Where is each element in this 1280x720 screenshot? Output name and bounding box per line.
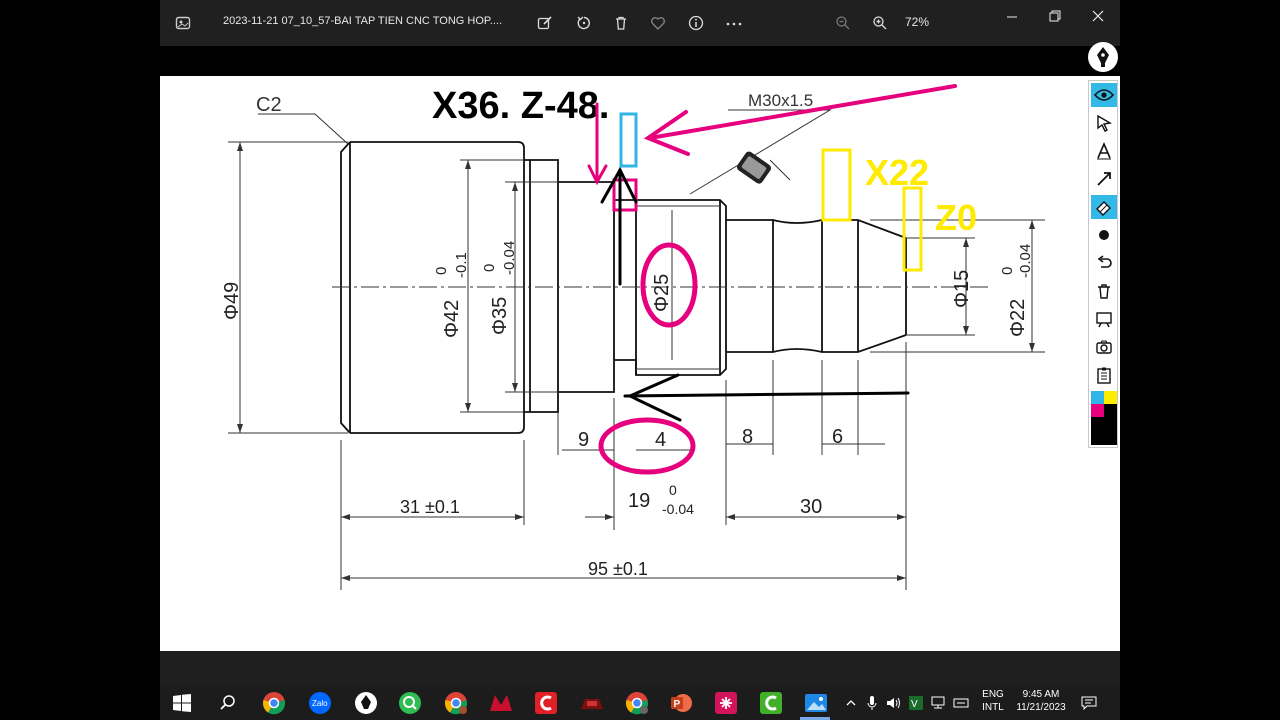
delete-icon[interactable] — [611, 13, 631, 33]
length-9-label: 9 — [578, 429, 589, 451]
rotate-icon[interactable] — [574, 13, 594, 33]
thread-label: M30x1.5 — [748, 91, 813, 110]
mastercam-icon[interactable] — [487, 689, 515, 717]
yellow-swatch[interactable] — [1104, 391, 1117, 404]
photos-app-icon — [173, 13, 193, 33]
notifications-icon[interactable] — [1078, 689, 1100, 717]
title-bar: 2023-11-21 07_10_57-BAI TAP TIEN CNC TON… — [160, 0, 1120, 46]
search-icon[interactable] — [214, 689, 242, 717]
chrome-profile-icon[interactable] — [442, 689, 470, 717]
restore-icon[interactable] — [1045, 6, 1065, 26]
keyboard-layout: INTL — [982, 702, 1004, 713]
zoom-out-icon[interactable] — [833, 13, 853, 33]
powerpoint-icon[interactable]: P — [667, 689, 695, 717]
language-code: ENG — [982, 689, 1004, 700]
length-19-label: 19 — [628, 490, 650, 512]
zoom-level: 72% — [905, 15, 930, 29]
cyan-swatch[interactable] — [1091, 391, 1104, 404]
technical-drawing-image: C2 X36. Z-48. M30x1.5 X22 Z0 Φ49 Φ42 0 -… — [160, 76, 1120, 651]
windows-start-icon[interactable] — [168, 689, 196, 717]
tray-app-icon[interactable] — [951, 689, 971, 717]
coordinate-annotation: X36. Z-48. — [432, 85, 609, 127]
diameter-42-label: Φ42 — [441, 300, 463, 338]
photos-app-taskbar-icon[interactable] — [802, 689, 830, 717]
zalo-icon[interactable]: Zalo — [306, 689, 334, 717]
length-8-label: 8 — [742, 426, 753, 448]
diameter-22-tol-lower: -0.04 — [1017, 244, 1034, 278]
snipping-app-icon[interactable] — [712, 689, 740, 717]
image-pane-top — [160, 46, 1120, 76]
length-95-label: 95 ±0.1 — [588, 559, 648, 579]
cnc-machine-app-icon[interactable] — [578, 689, 606, 717]
text-tool-icon[interactable] — [1091, 139, 1117, 163]
diameter-35-label: Φ35 — [489, 297, 511, 335]
close-icon[interactable] — [1088, 6, 1108, 26]
diameter-35-tol-lower: -0.04 — [501, 241, 518, 275]
red-c-app-icon[interactable] — [532, 689, 560, 717]
green-c-app-icon[interactable] — [757, 689, 785, 717]
diameter-42-tol-upper: 0 — [433, 267, 450, 275]
windows-taskbar: Zalo P V ENG INTL 9:45 AM 11/21/2023 — [160, 685, 1120, 720]
pen-app-icon[interactable] — [352, 689, 380, 717]
length-30-label: 30 — [800, 496, 822, 518]
unikey-icon[interactable]: V — [906, 689, 926, 717]
network-icon[interactable] — [928, 689, 948, 717]
pen-tool-logo-icon[interactable] — [1088, 42, 1118, 72]
whiteboard-icon[interactable] — [1091, 307, 1117, 331]
diameter-22-label: Φ22 — [1007, 299, 1029, 337]
length-31-label: 31 ±0.1 — [400, 497, 460, 517]
microphone-icon[interactable] — [863, 689, 881, 717]
length-19-tol-lower: -0.04 — [662, 501, 694, 517]
clock-time: 9:45 AM — [1022, 689, 1060, 700]
green-search-app-icon[interactable] — [396, 689, 424, 717]
favorite-heart-icon[interactable] — [648, 13, 668, 33]
image-pane-bottom — [160, 651, 1120, 685]
minimize-icon[interactable] — [1002, 6, 1022, 26]
z-coordinate-label: Z0 — [935, 197, 977, 238]
clock-date: 11/21/2023 — [1016, 702, 1066, 713]
camera-icon[interactable] — [1091, 335, 1117, 359]
speaker-icon[interactable] — [884, 689, 904, 717]
svg-text:Zalo: Zalo — [312, 699, 328, 708]
annotation-toolbar — [1088, 80, 1118, 448]
chrome-second-profile-icon[interactable] — [623, 689, 651, 717]
eraser-icon[interactable] — [1091, 195, 1117, 219]
color-swatches[interactable] — [1091, 391, 1117, 417]
edit-icon[interactable] — [535, 13, 555, 33]
length-4-label: 4 — [655, 429, 666, 451]
diameter-49-label: Φ49 — [221, 282, 243, 320]
length-19-tol-upper: 0 — [669, 482, 677, 498]
length-6-label: 6 — [832, 426, 843, 448]
magenta-swatch[interactable] — [1091, 404, 1104, 417]
black-swatch[interactable] — [1104, 404, 1117, 417]
brush-size-dot-icon[interactable] — [1091, 223, 1117, 247]
diameter-35-tol-upper: 0 — [481, 264, 498, 272]
more-options-icon[interactable] — [724, 13, 744, 33]
diameter-25-label: Φ25 — [651, 274, 673, 312]
trash-icon[interactable] — [1091, 279, 1117, 303]
svg-text:P: P — [674, 699, 681, 710]
image-filename: 2023-11-21 07_10_57-BAI TAP TIEN CNC TON… — [223, 15, 503, 27]
eye-icon[interactable] — [1091, 83, 1117, 107]
photos-window: 2023-11-21 07_10_57-BAI TAP TIEN CNC TON… — [160, 0, 1120, 685]
info-icon[interactable] — [686, 13, 706, 33]
svg-text:V: V — [911, 699, 918, 710]
black-swatch-large[interactable] — [1091, 417, 1117, 445]
chrome-icon[interactable] — [260, 689, 288, 717]
diameter-42-tol-lower: -0.1 — [453, 252, 470, 278]
undo-icon[interactable] — [1091, 251, 1117, 275]
diameter-15-label: Φ15 — [951, 270, 973, 308]
clock[interactable]: 9:45 AM 11/21/2023 — [1010, 688, 1072, 714]
pointer-arrow-icon[interactable] — [1091, 111, 1117, 135]
chevron-up-icon[interactable] — [842, 689, 860, 717]
chamfer-label: C2 — [256, 94, 282, 116]
line-arrow-tool-icon[interactable] — [1091, 167, 1117, 191]
input-language[interactable]: ENG INTL — [980, 688, 1006, 714]
zoom-in-icon[interactable] — [870, 13, 890, 33]
diameter-22-tol-upper: 0 — [999, 267, 1016, 275]
clipboard-icon[interactable] — [1091, 363, 1117, 387]
